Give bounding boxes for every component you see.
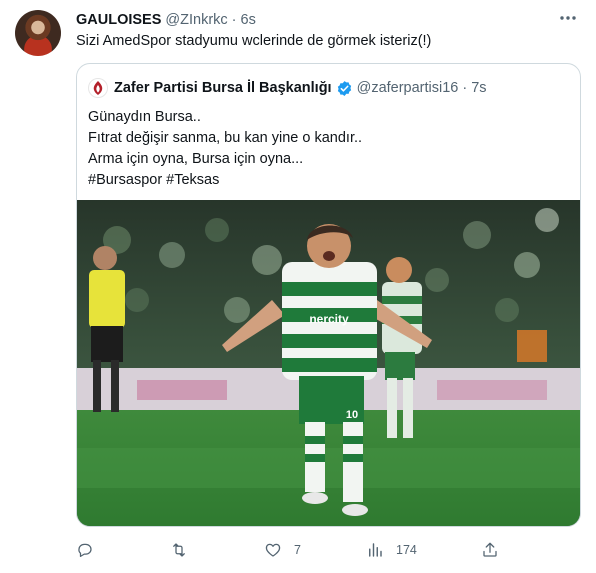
shirt-sponsor-text: nercity [309,312,349,326]
tweet-photo[interactable]: nercity 10 [77,200,580,526]
more-options-icon[interactable] [556,8,580,28]
quoted-tweet-header: Zafer Partisi Bursa İl Başkanlığı @zafer… [88,78,487,98]
display-name[interactable]: GAULOISES [76,12,161,28]
like-count: 7 [294,543,301,557]
quoted-text-line: Günaydın Bursa.. [88,109,201,125]
quoted-text-line: Arma için oyna, Bursa için oyna... [88,151,304,167]
heart-icon [265,543,281,557]
quoted-user-handle[interactable]: @zaferpartisi16 [357,80,459,96]
analytics-icon [369,543,382,557]
separator-dot: · [231,12,237,28]
view-count: 174 [396,543,417,557]
like-button[interactable]: 7 [264,538,301,562]
party-logo-icon [93,81,103,95]
quoted-avatar[interactable] [88,78,108,98]
quoted-timestamp[interactable]: 7s [471,80,486,96]
reply-button[interactable] [76,538,94,562]
quoted-display-name[interactable]: Zafer Partisi Bursa İl Başkanlığı [114,80,332,96]
share-icon [483,542,497,557]
reply-icon [78,543,92,558]
quoted-text-line: Fıtrat değişir sanma, bu kan yine o kand… [88,130,363,146]
avatar[interactable] [15,10,61,56]
tweet-header: GAULOISES @ZInkrkc · 6s [76,10,256,30]
share-button[interactable] [481,538,499,562]
tweet-timestamp[interactable]: 6s [241,12,256,28]
retweet-icon [173,543,185,557]
tweet-text: Sizi AmedSpor stadyumu wclerinde de görm… [76,33,432,49]
retweet-button[interactable] [170,538,188,562]
quoted-hashtags[interactable]: #Bursaspor #Teksas [88,170,362,191]
quoted-separator-dot: · [462,80,468,96]
quoted-tweet-text: Günaydın Bursa.. Fıtrat değişir sanma, b… [88,107,362,191]
user-handle[interactable]: @ZInkrkc [165,12,227,28]
verified-badge-icon [337,80,351,96]
quoted-tweet[interactable]: Zafer Partisi Bursa İl Başkanlığı @zafer… [76,63,581,527]
tweet-actions: 7 174 [76,538,506,562]
shirt-number: 10 [346,409,358,421]
views-button[interactable]: 174 [366,538,417,562]
tweet[interactable]: GAULOISES @ZInkrkc · 6s Sizi AmedSpor st… [0,0,596,573]
